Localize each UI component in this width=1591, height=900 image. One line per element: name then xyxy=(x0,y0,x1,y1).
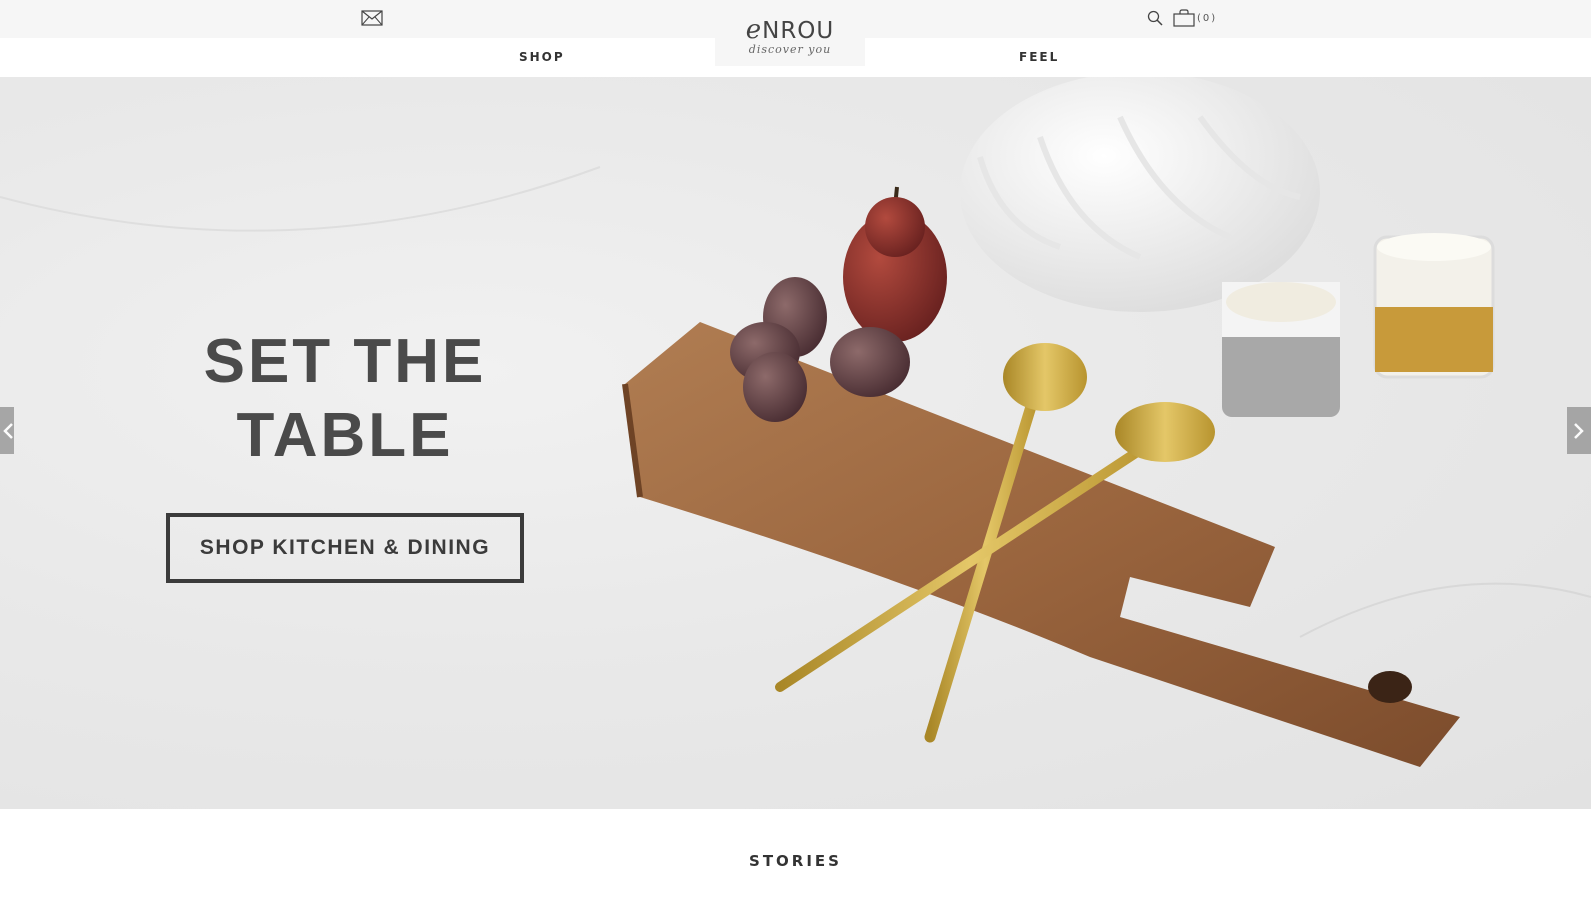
hero-slider: SET THE TABLE SHOP KITCHEN & DINING xyxy=(0,77,1591,809)
hero-title: SET THE TABLE xyxy=(130,325,560,473)
hero-title-line-2: TABLE xyxy=(236,401,454,470)
slider-prev-button[interactable] xyxy=(0,407,14,454)
nav-shop[interactable]: SHOP xyxy=(519,50,565,64)
search-icon[interactable] xyxy=(1147,10,1163,26)
logo-wordmark: eNROU xyxy=(715,0,865,45)
logo-script-initial: e xyxy=(745,15,763,45)
cart-count[interactable]: (0) xyxy=(1197,13,1217,24)
chevron-right-icon xyxy=(1574,423,1584,439)
bag-icon[interactable] xyxy=(1173,9,1195,27)
hero-title-line-1: SET THE xyxy=(203,327,487,396)
mail-icon[interactable] xyxy=(361,10,383,26)
brand-logo[interactable]: eNROU discover you xyxy=(715,0,865,66)
logo-tagline: discover you xyxy=(748,43,832,56)
stories-heading: STORIES xyxy=(749,852,842,870)
logo-name: NROU xyxy=(762,18,835,44)
slider-next-button[interactable] xyxy=(1567,407,1591,454)
nav-feel[interactable]: FEEL xyxy=(1019,50,1059,64)
chevron-left-icon xyxy=(3,423,13,439)
shop-kitchen-dining-button[interactable]: SHOP KITCHEN & DINING xyxy=(166,513,524,583)
